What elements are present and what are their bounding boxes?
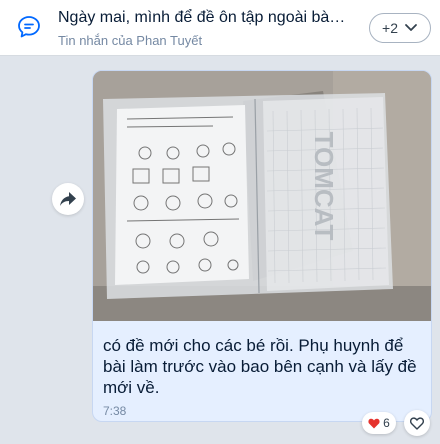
message-text: có đề mới cho các bé rồi. Phụ huynh để b… bbox=[103, 336, 417, 397]
reaction-count: 6 bbox=[383, 416, 390, 430]
reaction-summary[interactable]: 6 bbox=[362, 412, 396, 434]
share-button[interactable] bbox=[52, 183, 84, 215]
more-pinned-count: +2 bbox=[382, 20, 398, 36]
pinned-message-sender: Tin nhắn của Phan Tuyết bbox=[58, 33, 203, 48]
photo-illustration: TOMCAT bbox=[93, 71, 431, 321]
add-reaction-button[interactable] bbox=[404, 410, 430, 436]
chevron-down-icon bbox=[405, 24, 417, 31]
message-time: 7:38 bbox=[103, 404, 127, 418]
more-pinned-button[interactable]: +2 bbox=[369, 13, 431, 43]
message-photo[interactable]: TOMCAT bbox=[93, 71, 431, 321]
photo-folder-brand: TOMCAT bbox=[309, 132, 339, 241]
heart-outline-icon bbox=[410, 416, 424, 430]
pinned-message-title: Ngày mai, mình để đề ôn tập ngoài bàn ..… bbox=[58, 9, 354, 26]
message-bubble[interactable]: TOMCAT có đề mới cho các bé rồi. Phụ huy… bbox=[92, 70, 432, 422]
heart-icon bbox=[368, 418, 380, 428]
chat-bubble-icon bbox=[18, 16, 40, 38]
pinned-message-bar[interactable]: Ngày mai, mình để đề ôn tập ngoài bàn ..… bbox=[0, 0, 440, 56]
share-icon bbox=[60, 192, 76, 206]
